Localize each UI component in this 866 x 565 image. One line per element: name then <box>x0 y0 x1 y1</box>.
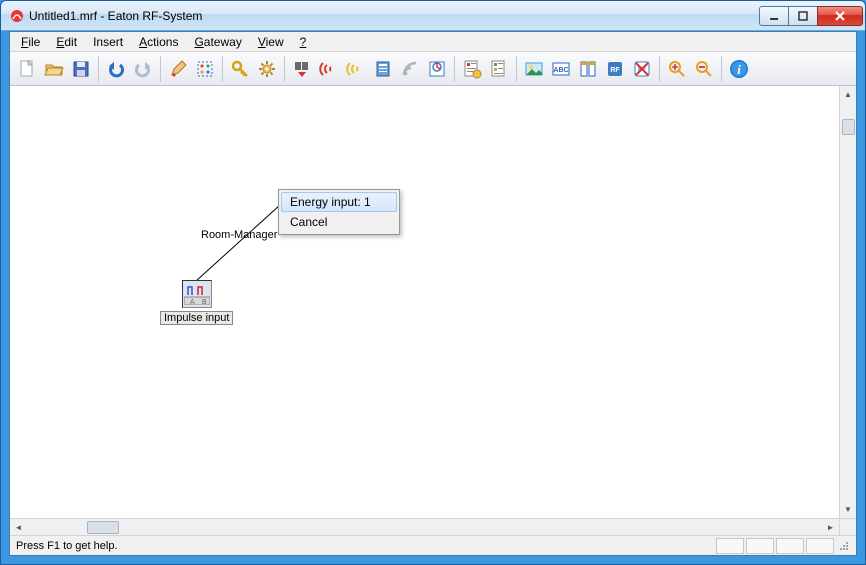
menu-file[interactable]: File <box>14 34 47 50</box>
rss-grey-button[interactable] <box>397 56 423 82</box>
status-hint: Press F1 to get help. <box>16 540 118 552</box>
rf-delete-button[interactable]: RF <box>629 56 655 82</box>
hscroll-row: ◄ ► <box>10 518 856 535</box>
stats-button[interactable] <box>424 56 450 82</box>
toolbar-separator <box>98 56 99 82</box>
menu-insert[interactable]: Insert <box>86 34 130 50</box>
window-title: Untitled1.mrf - Eaton RF-System <box>29 9 760 23</box>
scroll-corner <box>839 518 856 535</box>
open-file-button[interactable] <box>41 56 67 82</box>
status-panes <box>716 538 834 554</box>
toolbar-separator <box>454 56 455 82</box>
app-icon <box>9 8 25 24</box>
room-manager-label: Room-Manager <box>201 229 277 241</box>
page-edit-button[interactable] <box>486 56 512 82</box>
menu-edit[interactable]: Edit <box>49 34 84 50</box>
status-pane <box>806 538 834 554</box>
vertical-scrollbar[interactable]: ▲ ▼ <box>839 86 856 518</box>
scroll-left-icon[interactable]: ◄ <box>10 519 27 535</box>
key-button[interactable] <box>227 56 253 82</box>
scroll-thumb[interactable] <box>842 119 855 135</box>
svg-text:RF: RF <box>610 67 620 74</box>
horizontal-scrollbar[interactable]: ◄ ► <box>10 518 839 535</box>
context-menu: Energy input: 1 Cancel <box>278 189 400 235</box>
grid-select-button[interactable] <box>192 56 218 82</box>
scroll-up-icon[interactable]: ▲ <box>840 86 856 103</box>
toolbar-separator <box>659 56 660 82</box>
pencil-button[interactable] <box>165 56 191 82</box>
svg-text:ABC: ABC <box>553 67 568 74</box>
resize-grip-icon[interactable] <box>838 540 850 552</box>
zoom-in-button[interactable] <box>664 56 690 82</box>
svg-text:A: A <box>190 299 195 305</box>
scroll-right-icon[interactable]: ► <box>822 519 839 535</box>
new-file-button[interactable] <box>14 56 40 82</box>
menu-gateway[interactable]: Gateway <box>187 34 248 50</box>
columns-button[interactable] <box>575 56 601 82</box>
toolbar: ABC RF RF i <box>10 52 856 86</box>
svg-text:i: i <box>737 62 741 77</box>
menubar: File Edit Insert Actions Gateway View ? <box>10 32 856 52</box>
impulse-input-node[interactable]: A B <box>182 280 212 308</box>
save-file-button[interactable] <box>68 56 94 82</box>
book-button[interactable] <box>370 56 396 82</box>
rf-badge-button[interactable]: RF <box>602 56 628 82</box>
status-pane <box>746 538 774 554</box>
menu-actions[interactable]: Actions <box>132 34 185 50</box>
context-menu-cancel[interactable]: Cancel <box>281 212 397 232</box>
maximize-button[interactable] <box>788 6 818 26</box>
scroll-thumb[interactable] <box>87 521 119 534</box>
close-button[interactable] <box>817 6 863 26</box>
minimize-button[interactable] <box>759 6 789 26</box>
abc-button[interactable]: ABC <box>548 56 574 82</box>
toolbar-separator <box>222 56 223 82</box>
barcode-down-button[interactable] <box>289 56 315 82</box>
window-controls <box>760 6 863 26</box>
toolbar-separator <box>284 56 285 82</box>
scroll-down-icon[interactable]: ▼ <box>840 501 856 518</box>
redo-button[interactable] <box>130 56 156 82</box>
info-button[interactable]: i <box>726 56 752 82</box>
context-menu-energy-input[interactable]: Energy input: 1 <box>281 192 397 212</box>
gear-button[interactable] <box>254 56 280 82</box>
svg-text:B: B <box>202 299 207 305</box>
impulse-input-label[interactable]: Impulse input <box>160 311 233 325</box>
toolbar-separator <box>721 56 722 82</box>
undo-button[interactable] <box>103 56 129 82</box>
app-window: Untitled1.mrf - Eaton RF-System File Edi… <box>0 0 866 565</box>
toolbar-separator <box>516 56 517 82</box>
menu-view[interactable]: View <box>251 34 291 50</box>
toolbar-separator <box>160 56 161 82</box>
client-area: File Edit Insert Actions Gateway View ? <box>9 31 857 556</box>
status-pane <box>716 538 744 554</box>
status-pane <box>776 538 804 554</box>
titlebar[interactable]: Untitled1.mrf - Eaton RF-System <box>1 1 865 31</box>
canvas-area: Room-Manager A B Impulse input Energy in… <box>10 86 856 518</box>
page-cfg-button[interactable] <box>459 56 485 82</box>
image-button[interactable] <box>521 56 547 82</box>
menu-help[interactable]: ? <box>293 34 314 50</box>
zoom-out-button[interactable] <box>691 56 717 82</box>
signal-yellow-button[interactable] <box>343 56 369 82</box>
statusbar: Press F1 to get help. <box>10 535 856 555</box>
canvas[interactable]: Room-Manager A B Impulse input Energy in… <box>10 86 839 518</box>
signal-red-button[interactable] <box>316 56 342 82</box>
